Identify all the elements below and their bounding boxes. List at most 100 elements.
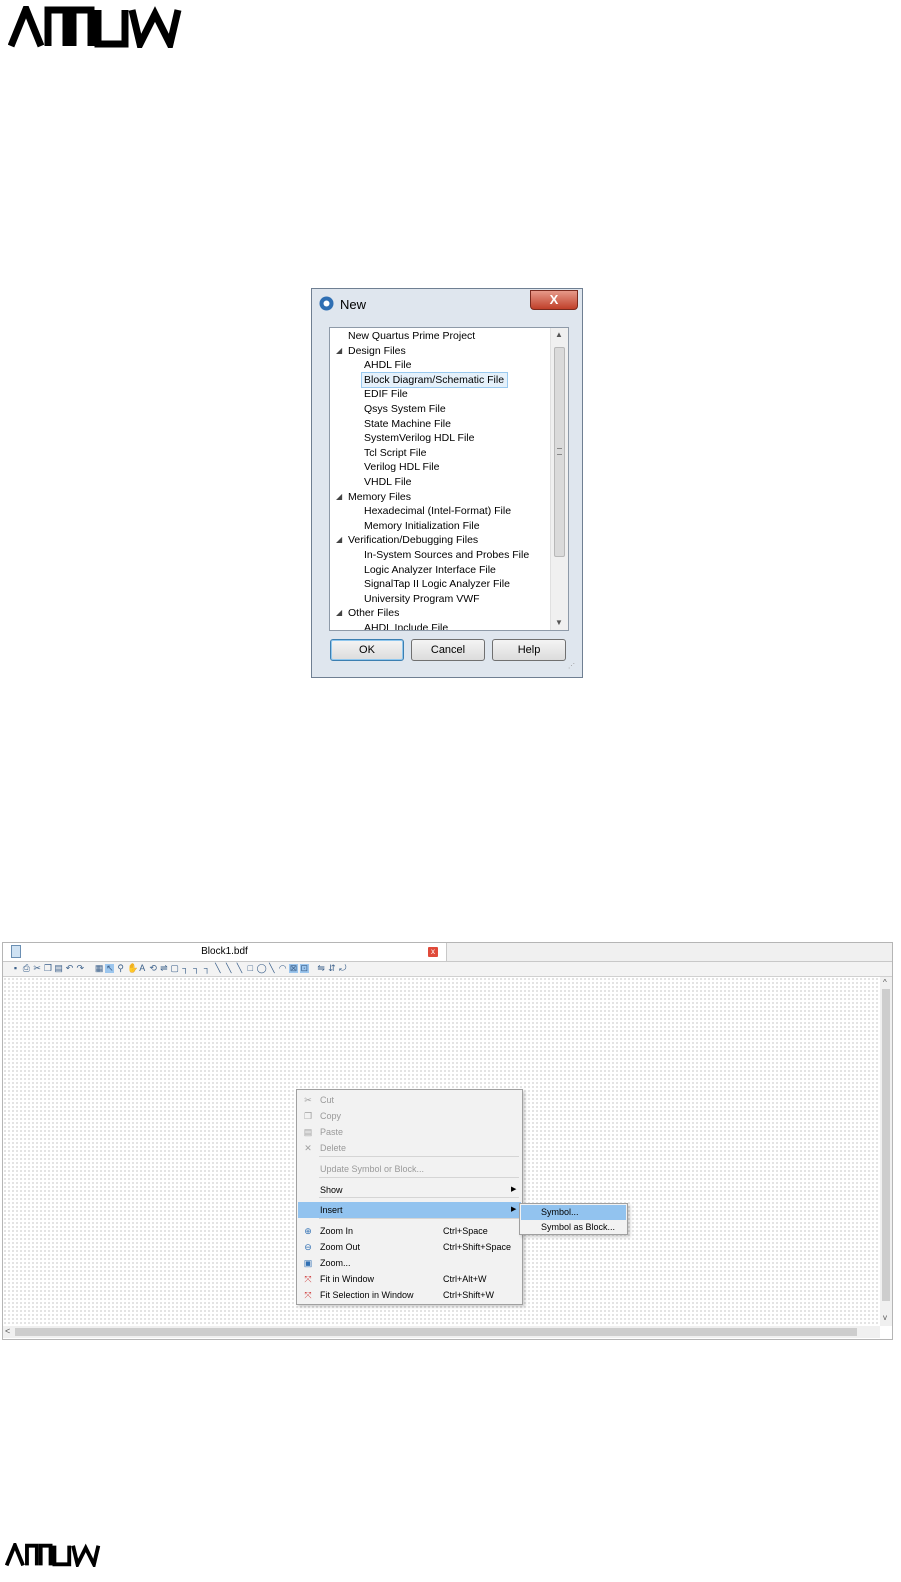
hand-tool-icon[interactable]: ✋ [127, 964, 138, 973]
text-tool-icon[interactable]: A [138, 964, 147, 973]
tree-item[interactable]: VHDL File [362, 475, 414, 489]
redo-icon[interactable]: ↷ [76, 964, 85, 973]
scroll-left-icon[interactable]: < [5, 1326, 10, 1336]
orthogonal-node-icon[interactable]: ┐ [181, 964, 190, 973]
menu-item-copy[interactable]: ❐ Copy [298, 1108, 521, 1124]
tree-item[interactable]: Verilog HDL File [362, 460, 442, 474]
quartus-app-icon [319, 296, 334, 311]
editor-horizontal-scrollbar[interactable]: < [3, 1326, 880, 1338]
line-icon[interactable]: ╲ [267, 964, 276, 973]
menu-item-zoom[interactable]: ▣ Zoom... [298, 1255, 521, 1271]
tree-item[interactable]: State Machine File [362, 417, 454, 431]
scroll-down-icon[interactable]: ▼ [555, 618, 563, 627]
orthogonal-bus-icon[interactable]: ┐ [192, 964, 201, 973]
editor-vertical-scrollbar[interactable]: ^ v [880, 977, 892, 1326]
menu-item-label: Copy [320, 1111, 342, 1121]
scroll-thumb[interactable] [554, 347, 565, 557]
tree-vertical-scrollbar[interactable]: ▲ ▼ [550, 328, 568, 630]
tree-item[interactable]: Memory Files [346, 490, 414, 504]
menu-item-fit-selection-in-window[interactable]: ⤧ Fit Selection in Window Ctrl+Shift+W [298, 1287, 521, 1303]
tree-item[interactable]: EDIF File [362, 387, 411, 401]
diagonal-conduit-icon[interactable]: ╲ [235, 964, 244, 973]
diagonal-bus-icon[interactable]: ╲ [224, 964, 233, 973]
rectangle-icon[interactable]: □ [246, 964, 255, 973]
arrow-logo-top [8, 6, 182, 48]
submenu-item-symbol-as-block[interactable]: Symbol as Block... [521, 1220, 626, 1235]
menu-item-shortcut: Ctrl+Alt+W [443, 1274, 487, 1284]
tree-item[interactable]: Design Files [346, 344, 409, 358]
tree-item[interactable]: SignalTap II Logic Analyzer File [362, 577, 513, 591]
zoom-tool-icon[interactable]: ⚲ [116, 964, 125, 973]
symbol-insert-icon[interactable]: ⟲ [149, 964, 158, 973]
close-icon: X [549, 292, 559, 307]
tree-item[interactable]: In-System Sources and Probes File [362, 548, 532, 562]
tree-item[interactable]: Other Files [346, 606, 402, 620]
copy-icon[interactable]: ❐ [43, 964, 52, 973]
tree-item[interactable]: Qsys System File [362, 402, 449, 416]
flip-horizontal-icon[interactable]: ⇋ [317, 964, 326, 973]
tree-item[interactable]: Block Diagram/Schematic File [360, 371, 509, 388]
rotate-icon[interactable]: ⤾ [338, 964, 347, 973]
tree-item[interactable]: SystemVerilog HDL File [362, 431, 477, 445]
tab-block1[interactable]: Block1.bdf x [3, 943, 447, 961]
help-button[interactable]: Help [492, 639, 566, 661]
tab-close-icon[interactable]: x [428, 947, 438, 957]
expand-triangle-icon[interactable]: ◢ [336, 492, 342, 501]
menu-item-label: Delete [320, 1143, 347, 1153]
expand-triangle-icon[interactable]: ◢ [336, 346, 342, 355]
selection-tool-icon[interactable]: ↖ [105, 964, 115, 973]
save-icon[interactable]: ▪ [11, 964, 20, 973]
expand-triangle-icon[interactable]: ◢ [336, 608, 342, 617]
tree-item[interactable]: New Quartus Prime Project [346, 329, 478, 343]
zoom-in-icon: ⊕ [304, 1226, 312, 1236]
menu-item-label: Update Symbol or Block... [320, 1164, 425, 1174]
scroll-thumb[interactable] [15, 1328, 857, 1336]
menu-item-cut[interactable]: ✂ Cut [298, 1092, 521, 1108]
tree-item[interactable]: Hexadecimal (Intel-Format) File [362, 504, 514, 518]
tree-item[interactable]: University Program VWF [362, 592, 483, 606]
file-type-tree[interactable]: New Quartus Prime Project ◢ Design Files AH… [329, 327, 569, 631]
tree-item[interactable]: Tcl Script File [362, 446, 429, 460]
scroll-thumb[interactable] [882, 989, 890, 1301]
tree-item[interactable]: Memory Initialization File [362, 519, 483, 533]
resize-grip-icon[interactable]: ⋰ [568, 662, 575, 670]
menu-item-update-symbol-or-block[interactable]: Update Symbol or Block... [298, 1161, 521, 1177]
scroll-down-icon[interactable]: v [883, 1313, 887, 1322]
diagonal-node-icon[interactable]: ╲ [213, 964, 222, 973]
tree-item[interactable]: AHDL File [362, 358, 414, 372]
print-icon[interactable]: ⎙ [22, 964, 31, 973]
menu-item-show[interactable]: Show ▶ [298, 1182, 521, 1198]
zoom-icon: ▣ [303, 1258, 313, 1268]
paste-icon[interactable]: ▤ [54, 964, 63, 973]
submenu-item-symbol[interactable]: Symbol... [521, 1205, 626, 1220]
tree-item[interactable]: AHDL Include File [362, 621, 451, 630]
partial-line-icon[interactable]: ⊡ [299, 964, 309, 973]
menu-separator [319, 1218, 519, 1219]
cut-icon[interactable]: ✂ [33, 964, 42, 973]
cancel-button[interactable]: Cancel [411, 639, 485, 661]
menu-item-delete[interactable]: ✕ Delete [298, 1140, 521, 1156]
symbol-tool-icon[interactable]: ▦ [95, 964, 104, 973]
pin-tool-icon[interactable]: ⇌ [159, 964, 168, 973]
dialog-close-button[interactable]: X [530, 290, 578, 310]
oval-icon[interactable]: ◯ [257, 964, 267, 973]
menu-item-insert[interactable]: Insert ▶ [298, 1202, 521, 1218]
tree-item[interactable]: Verification/Debugging Files [346, 533, 481, 547]
menu-item-fit-in-window[interactable]: ⤧ Fit in Window Ctrl+Alt+W [298, 1271, 521, 1287]
expand-triangle-icon[interactable]: ◢ [336, 535, 342, 544]
grip-icon [557, 448, 562, 455]
ok-button[interactable]: OK [330, 639, 404, 661]
rubberbanding-icon[interactable]: ⊠ [289, 964, 298, 973]
flip-vertical-icon[interactable]: ⇵ [327, 964, 336, 973]
scroll-up-icon[interactable]: ^ [883, 978, 887, 987]
menu-item-label: Show [320, 1185, 343, 1195]
block-tool-icon[interactable]: ▢ [170, 964, 179, 973]
arc-icon[interactable]: ◠ [278, 964, 287, 973]
orthogonal-conduit-icon[interactable]: ┐ [203, 964, 212, 973]
undo-icon[interactable]: ↶ [65, 964, 74, 973]
menu-item-zoom-out[interactable]: ⊖ Zoom Out Ctrl+Shift+Space [298, 1239, 521, 1255]
menu-item-zoom-in[interactable]: ⊕ Zoom In Ctrl+Space [298, 1223, 521, 1239]
menu-item-paste[interactable]: ▤ Paste [298, 1124, 521, 1140]
scroll-up-icon[interactable]: ▲ [555, 330, 563, 339]
tree-item[interactable]: Logic Analyzer Interface File [362, 563, 499, 577]
